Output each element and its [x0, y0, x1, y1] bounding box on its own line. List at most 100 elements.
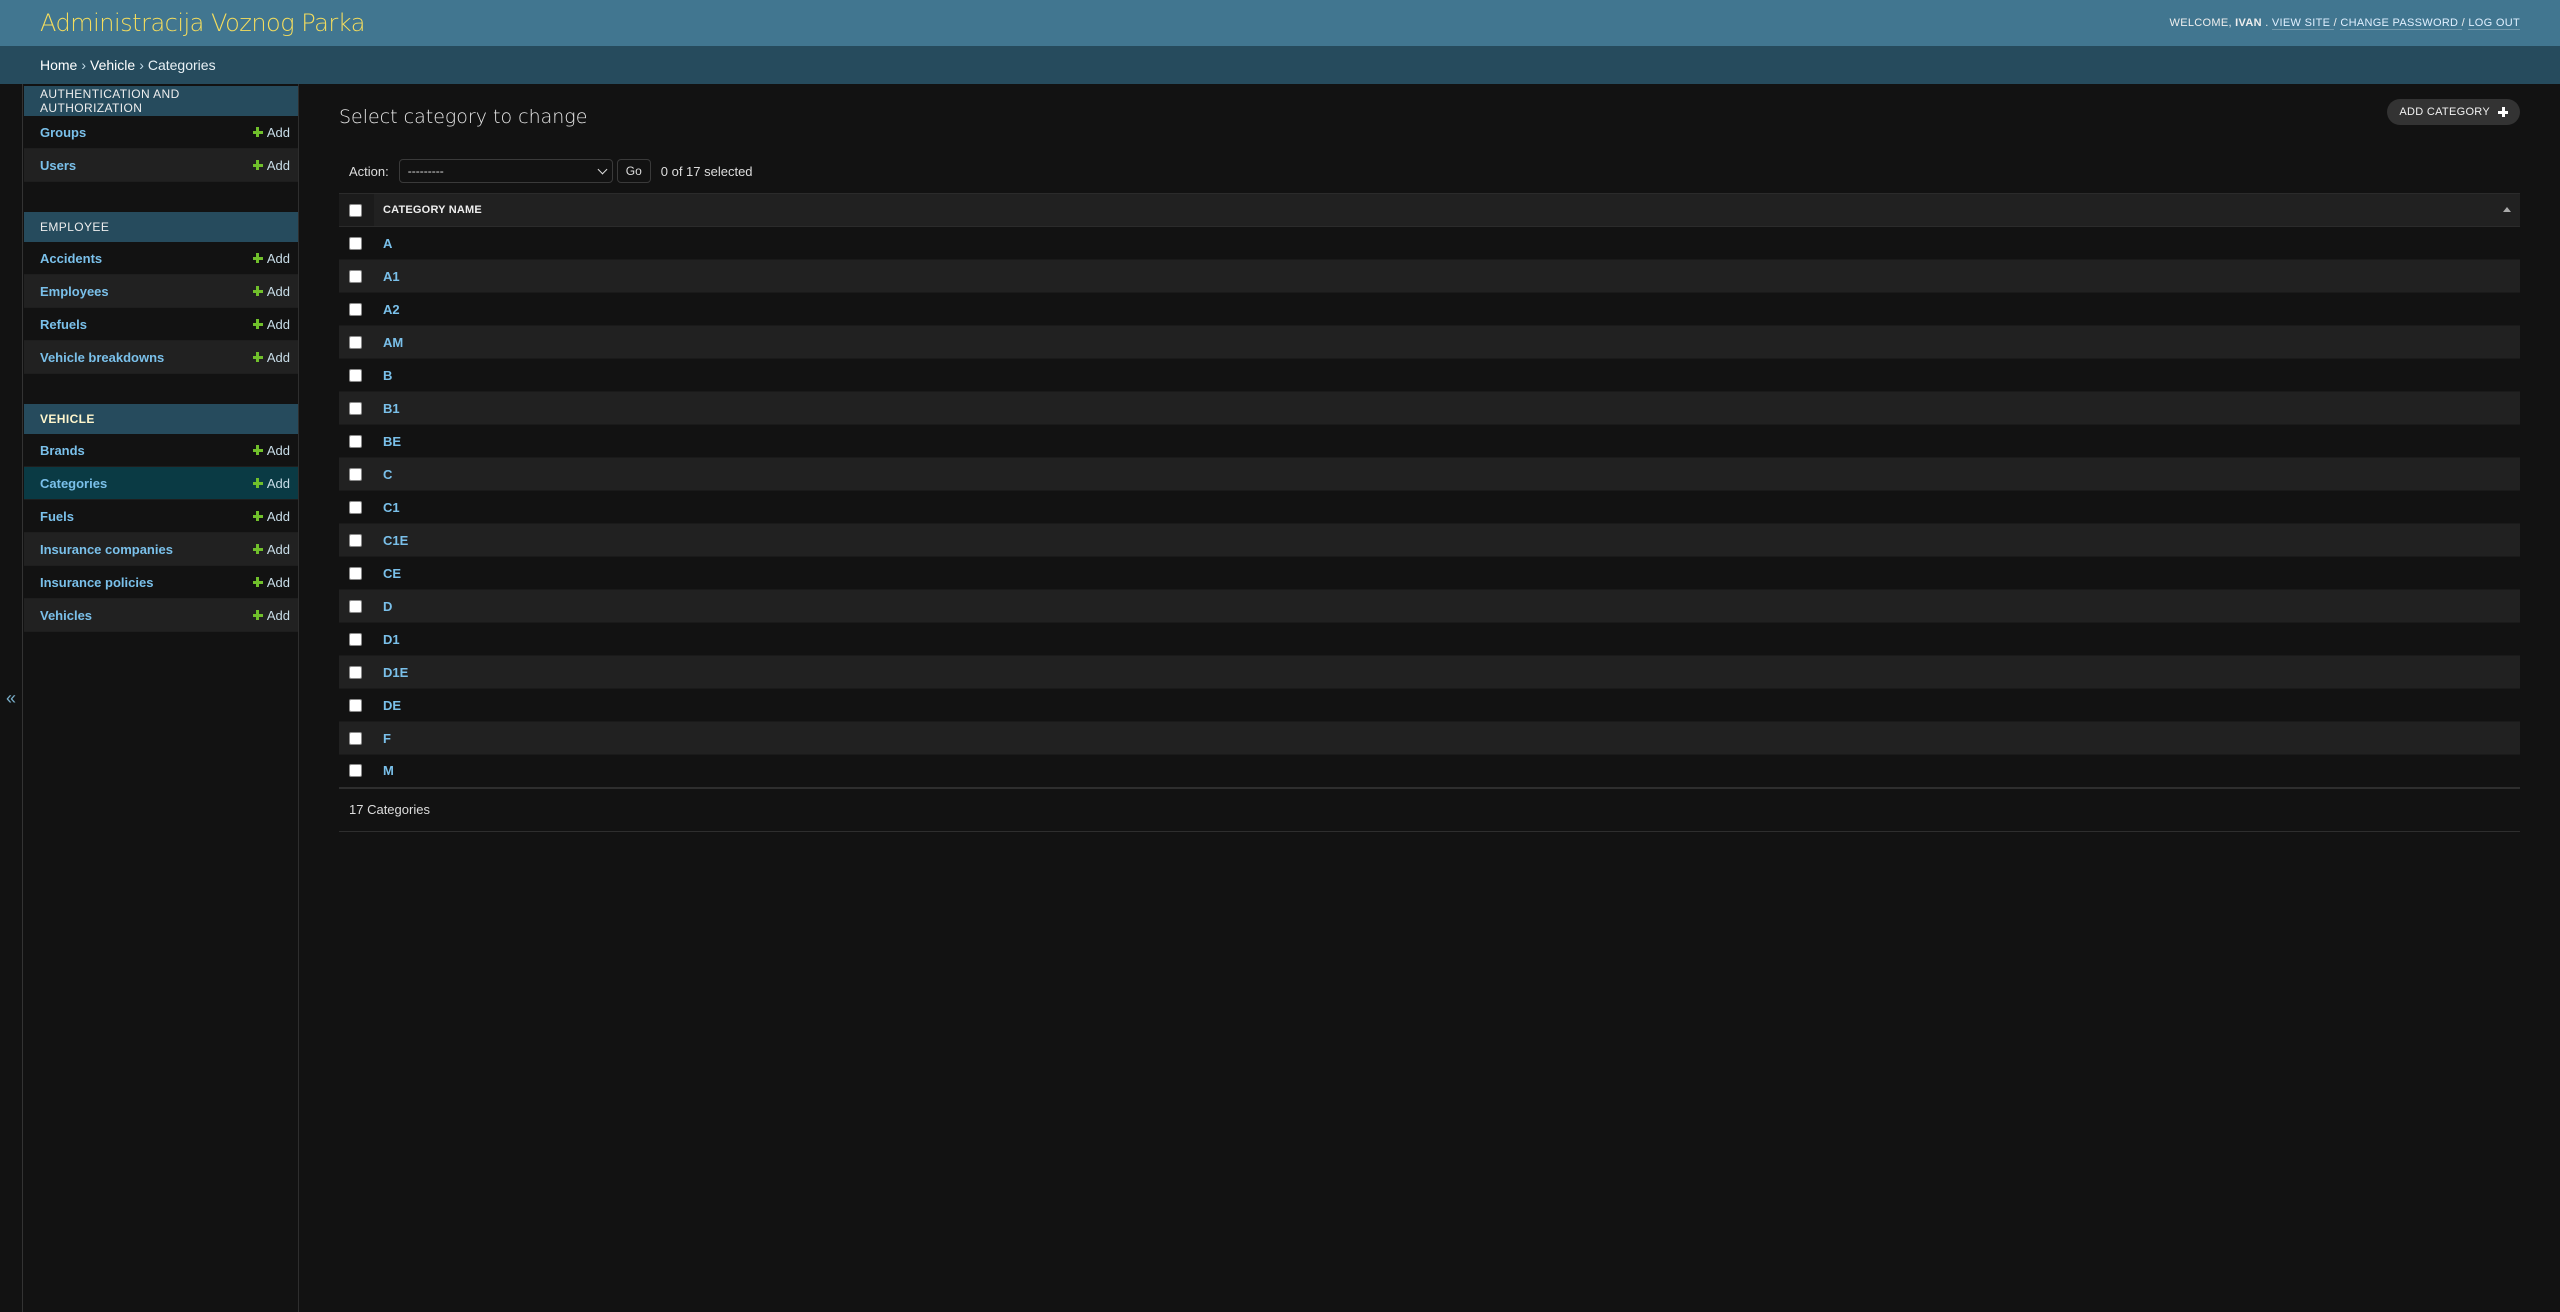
table-header-row: Category name: [339, 193, 2520, 227]
view-site-link[interactable]: View site: [2271, 17, 2334, 30]
category-link[interactable]: D: [383, 599, 392, 614]
breadcrumb-app[interactable]: Vehicle: [90, 57, 135, 73]
category-link[interactable]: D1E: [383, 665, 408, 680]
category-link[interactable]: A1: [383, 269, 400, 284]
model-link[interactable]: Employees: [40, 284, 109, 299]
module-items: Accidents Add Employees Add Refuels Add …: [23, 242, 298, 374]
content: Select category to change Add category A…: [299, 84, 2560, 1312]
row-checkbox-cell: [339, 359, 374, 392]
model-link[interactable]: Brands: [40, 443, 85, 458]
row-checkbox[interactable]: [349, 533, 362, 547]
content-header: Select category to change Add category: [339, 98, 2520, 152]
module-caption[interactable]: Employee: [24, 212, 298, 242]
change-password-link[interactable]: Change password: [2340, 17, 2462, 30]
column-header-category-name[interactable]: Category name: [374, 194, 2520, 227]
module-caption[interactable]: Vehicle: [24, 404, 298, 434]
module-caption[interactable]: Authentication and Authorization: [24, 86, 298, 116]
model-link[interactable]: Fuels: [40, 509, 74, 524]
model-link[interactable]: Groups: [40, 125, 86, 140]
go-button[interactable]: Go: [616, 159, 651, 183]
select-all-checkbox[interactable]: [349, 203, 362, 217]
add-category-button[interactable]: Add category: [2387, 99, 2520, 125]
row-checkbox[interactable]: [349, 566, 362, 580]
category-link[interactable]: C: [383, 467, 392, 482]
add-link[interactable]: Add: [252, 575, 290, 590]
table-row: M: [339, 754, 2520, 788]
row-checkbox[interactable]: [349, 632, 362, 646]
action-select[interactable]: ---------: [398, 159, 613, 183]
category-link[interactable]: M: [383, 763, 394, 778]
row-checkbox[interactable]: [349, 434, 362, 448]
model-link[interactable]: Vehicle breakdowns: [40, 350, 164, 365]
category-link[interactable]: A2: [383, 302, 400, 317]
category-link[interactable]: C1E: [383, 533, 408, 548]
add-link[interactable]: Add: [252, 608, 290, 623]
table-row: CE: [339, 556, 2520, 590]
row-checkbox[interactable]: [349, 665, 362, 679]
add-label: Add: [266, 316, 290, 332]
row-checkbox[interactable]: [349, 599, 362, 613]
row-checkbox[interactable]: [349, 698, 362, 712]
category-link[interactable]: D1: [383, 632, 400, 647]
toggle-sidebar-button[interactable]: «: [0, 84, 23, 1312]
select-all-cell: [339, 193, 374, 227]
plus-icon: [252, 610, 263, 620]
add-link[interactable]: Add: [252, 509, 290, 524]
category-name-cell: B1: [374, 392, 2520, 425]
row-checkbox[interactable]: [349, 764, 362, 778]
row-checkbox[interactable]: [349, 500, 362, 514]
sidebar-item-accidents: Accidents Add: [24, 242, 298, 275]
table-row: C1: [339, 490, 2520, 524]
model-link[interactable]: Insurance companies: [40, 542, 173, 557]
row-checkbox[interactable]: [349, 302, 362, 316]
site-name-link[interactable]: Administracija Voznog Parka: [40, 9, 365, 37]
breadcrumb-home[interactable]: Home: [40, 57, 77, 73]
add-link[interactable]: Add: [252, 284, 290, 299]
module-items: Brands Add Categories Add Fuels Add Insu…: [23, 434, 298, 632]
add-label: Add: [266, 157, 290, 173]
category-link[interactable]: C1: [383, 500, 400, 515]
category-link[interactable]: CE: [383, 566, 401, 581]
category-link[interactable]: AM: [383, 335, 403, 350]
sidebar-item-refuels: Refuels Add: [24, 308, 298, 341]
add-label: Add: [266, 541, 290, 557]
category-link[interactable]: F: [383, 731, 391, 746]
row-checkbox[interactable]: [349, 731, 362, 745]
add-link[interactable]: Add: [252, 350, 290, 365]
add-link[interactable]: Add: [252, 157, 290, 173]
model-link[interactable]: Accidents: [40, 251, 102, 266]
sort-ascending-icon[interactable]: [2503, 207, 2511, 212]
add-link[interactable]: Add: [252, 125, 290, 140]
row-checkbox-cell: [339, 623, 374, 656]
category-link[interactable]: B: [383, 368, 392, 383]
category-link[interactable]: B1: [383, 401, 400, 416]
breadcrumb: Home › Vehicle › Categories: [0, 46, 2560, 84]
row-checkbox[interactable]: [349, 467, 362, 481]
category-link[interactable]: BE: [383, 434, 401, 449]
row-checkbox[interactable]: [349, 401, 362, 415]
model-link[interactable]: Insurance policies: [40, 575, 153, 590]
row-checkbox-cell: [339, 755, 374, 788]
add-link[interactable]: Add: [252, 476, 290, 491]
row-checkbox[interactable]: [349, 368, 362, 382]
add-link[interactable]: Add: [252, 442, 290, 458]
row-checkbox[interactable]: [349, 335, 362, 349]
add-link[interactable]: Add: [252, 250, 290, 266]
category-link[interactable]: A: [383, 236, 392, 251]
add-link[interactable]: Add: [252, 316, 290, 332]
add-link[interactable]: Add: [252, 541, 290, 557]
breadcrumb-current: Categories: [147, 57, 216, 73]
row-checkbox-cell: [339, 458, 374, 491]
row-checkbox-cell: [339, 656, 374, 689]
sidebar-item-vehicle-breakdowns: Vehicle breakdowns Add: [24, 341, 298, 374]
add-label: Add: [266, 250, 290, 266]
log-out-link[interactable]: Log out: [2468, 17, 2520, 30]
row-checkbox[interactable]: [349, 269, 362, 283]
category-link[interactable]: DE: [383, 698, 401, 713]
row-checkbox[interactable]: [349, 236, 362, 250]
model-link[interactable]: Refuels: [40, 317, 87, 332]
model-link[interactable]: Users: [40, 158, 76, 173]
model-link[interactable]: Vehicles: [40, 608, 92, 623]
add-label: Add: [266, 442, 290, 458]
model-link[interactable]: Categories: [40, 476, 107, 491]
